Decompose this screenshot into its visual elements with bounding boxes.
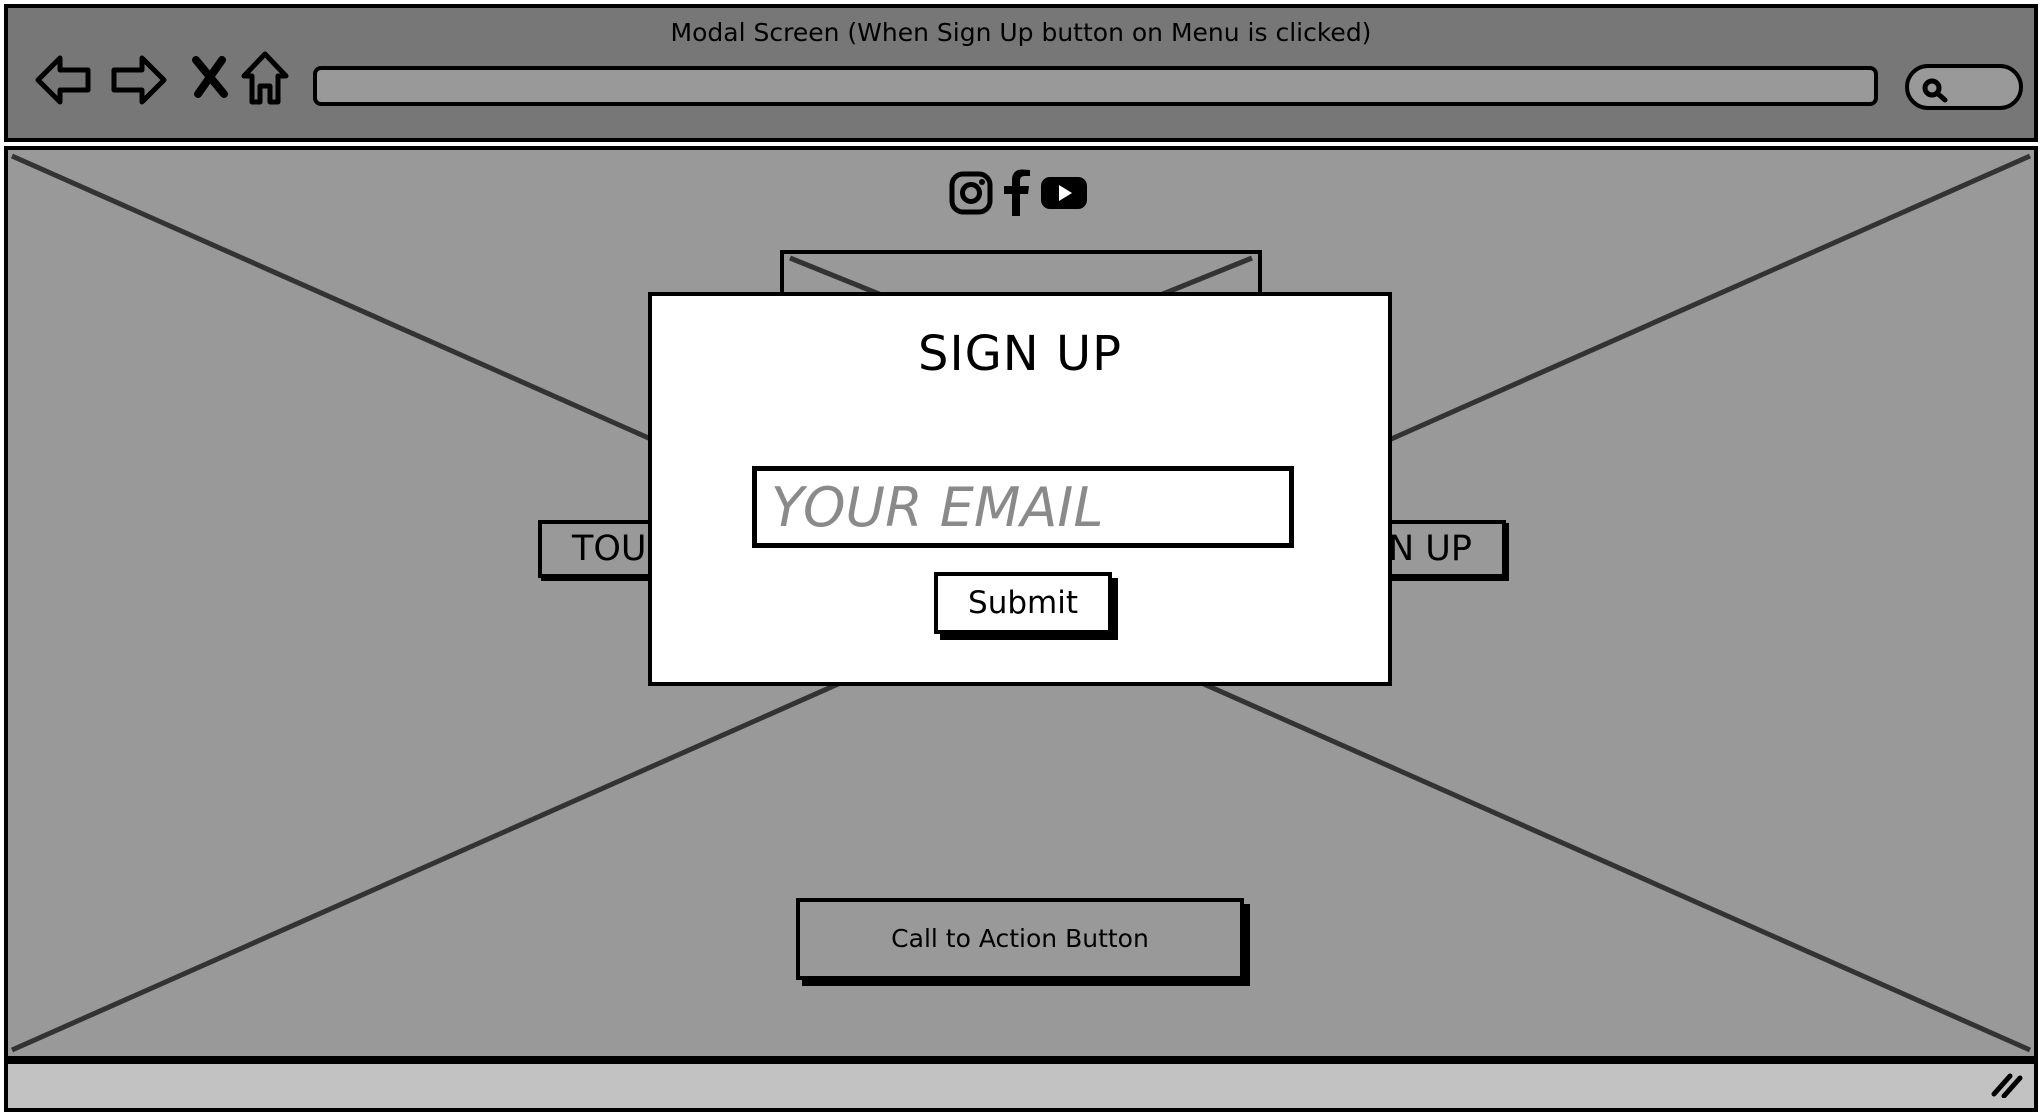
search-icon xyxy=(1922,78,1948,103)
resize-grip-icon[interactable] xyxy=(1990,1068,2024,1102)
address-bar[interactable] xyxy=(313,66,1878,106)
sign-up-modal: SIGN UP Submit xyxy=(648,292,1392,686)
forward-arrow-icon[interactable] xyxy=(108,52,168,112)
facebook-icon[interactable] xyxy=(1002,169,1032,221)
menu-item-tour[interactable]: TOU xyxy=(538,520,658,578)
home-icon[interactable] xyxy=(240,50,290,112)
submit-button[interactable]: Submit xyxy=(934,572,1112,634)
call-to-action-button[interactable]: Call to Action Button xyxy=(796,898,1244,980)
email-field[interactable] xyxy=(752,466,1294,548)
back-arrow-icon[interactable] xyxy=(34,52,94,112)
search-field[interactable] xyxy=(1905,64,2023,110)
browser-window: Modal Screen (When Sign Up button on Men… xyxy=(0,0,2044,1116)
window-title: Modal Screen (When Sign Up button on Men… xyxy=(670,18,1372,47)
logo-placeholder xyxy=(780,250,1262,298)
close-icon[interactable] xyxy=(190,54,230,104)
modal-title: SIGN UP xyxy=(917,326,1123,382)
social-links xyxy=(948,169,1088,221)
instagram-icon[interactable] xyxy=(948,170,994,220)
youtube-icon[interactable] xyxy=(1040,175,1088,215)
status-bar xyxy=(4,1060,2038,1112)
browser-toolbar: Modal Screen (When Sign Up button on Men… xyxy=(4,4,2038,142)
